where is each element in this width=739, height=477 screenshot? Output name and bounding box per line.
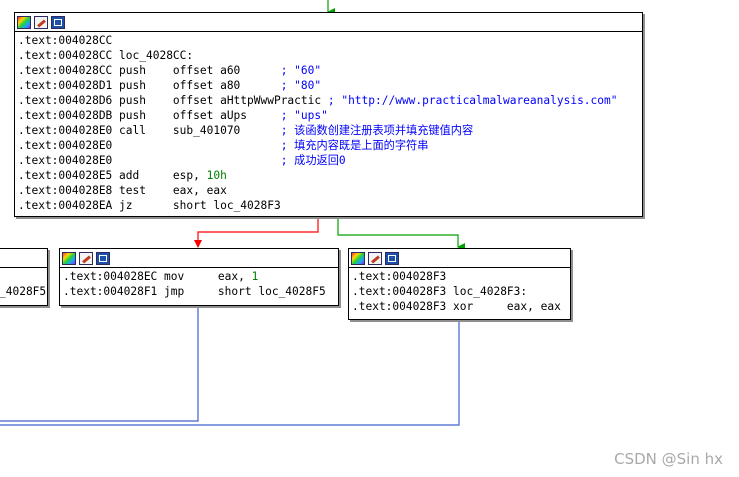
graph-view-icon[interactable] bbox=[96, 251, 110, 265]
address: .text:004028F3 bbox=[352, 300, 454, 313]
address: .text:004028E5 bbox=[18, 169, 120, 182]
instruction bbox=[119, 154, 281, 167]
disassembly-listing: .text:004028F3 .text:004028F3 loc_4028F3:… bbox=[349, 268, 570, 314]
address: .text:004028F3 bbox=[352, 285, 454, 298]
node-toolbar bbox=[349, 249, 570, 268]
operand-number: 1 bbox=[251, 270, 259, 283]
edge-xor-left bbox=[0, 320, 460, 426]
code-line[interactable]: .text:004028F1 jmp short loc_4028F5 bbox=[63, 284, 338, 299]
address: .text:004028F1 bbox=[63, 285, 165, 298]
address: .text:004028CC bbox=[18, 64, 120, 77]
rename-icon[interactable] bbox=[79, 251, 93, 265]
address: .text:004028D6 bbox=[18, 94, 120, 107]
code-line[interactable]: .text:004028D1 push offset a80 ; "80" bbox=[18, 78, 642, 93]
code-line[interactable]: .text:004028EA jz short loc_4028F3 bbox=[18, 198, 642, 213]
operand-number: 10h bbox=[206, 169, 227, 182]
code-line[interactable]: .text:004028E5 add esp, 10h bbox=[18, 168, 642, 183]
color-palette-icon[interactable] bbox=[17, 15, 31, 29]
edge-jmp-left bbox=[0, 306, 199, 422]
code-line[interactable]: .text:004028DB push offset aUps ; "ups" bbox=[18, 108, 642, 123]
code-line[interactable]: .text:004028F3 xor eax, eax bbox=[352, 299, 570, 314]
color-palette-icon[interactable] bbox=[62, 251, 76, 265]
comment: ; 该函数创建注册表项并填充键值内容 bbox=[280, 124, 474, 137]
comment: ; 填充内容既是上面的字符串 bbox=[280, 139, 429, 152]
instruction: test eax, eax bbox=[119, 184, 227, 197]
comment: ; "ups" bbox=[280, 109, 328, 122]
code-block-mov-jmp[interactable]: .text:004028EC mov eax, 1 .text:004028F1 … bbox=[59, 248, 339, 306]
disassembly-listing: .text:004028CC .text:004028CC loc_4028CC:… bbox=[15, 32, 642, 213]
code-line[interactable]: .text:004028CC push offset a60 ; "60" bbox=[18, 63, 642, 78]
instruction: push offset aHttpWwwPractic bbox=[119, 94, 328, 107]
code-line[interactable]: .text:004028F3 bbox=[352, 269, 570, 284]
rename-icon[interactable] bbox=[368, 251, 382, 265]
address: _4028F5 bbox=[0, 285, 47, 298]
code-line[interactable]: .text:004028CC loc_4028CC: bbox=[18, 48, 642, 63]
code-line[interactable] bbox=[0, 269, 47, 284]
edge-true-branch bbox=[337, 217, 465, 251]
instruction: loc_4028F3: bbox=[453, 285, 528, 298]
node-toolbar bbox=[60, 249, 338, 268]
node-toolbar bbox=[0, 249, 47, 268]
instruction: jz short loc_4028F3 bbox=[119, 199, 281, 212]
comment: ; "http://www.practicalmalwareanalysis.c… bbox=[327, 94, 618, 107]
code-line[interactable]: .text:004028D6 push offset aHttpWwwPract… bbox=[18, 93, 642, 108]
code-line[interactable]: _4028F5 bbox=[0, 284, 47, 299]
comment: ; 成功返回0 bbox=[280, 154, 346, 167]
watermark: CSDN @Sin hx bbox=[614, 450, 723, 468]
instruction: mov eax, bbox=[164, 270, 252, 283]
code-line[interactable]: .text:004028E0 call sub_401070 ; 该函数创建注册… bbox=[18, 123, 642, 138]
code-block-partial[interactable]: _4028F5 bbox=[0, 248, 48, 306]
rename-icon[interactable] bbox=[34, 15, 48, 29]
instruction: call sub_401070 bbox=[119, 124, 281, 137]
instruction: add esp, bbox=[119, 169, 207, 182]
disassembly-listing: _4028F5 bbox=[0, 268, 47, 299]
instruction: push offset a80 bbox=[119, 79, 281, 92]
code-line[interactable]: .text:004028E8 test eax, eax bbox=[18, 183, 642, 198]
instruction: loc_4028CC: bbox=[119, 49, 194, 62]
address: .text:004028DB bbox=[18, 109, 120, 122]
comment: ; "80" bbox=[280, 79, 322, 92]
instruction: push offset a60 bbox=[119, 64, 281, 77]
code-block-main[interactable]: .text:004028CC .text:004028CC loc_4028CC:… bbox=[14, 12, 643, 217]
edge-false-branch bbox=[194, 217, 319, 248]
color-palette-icon[interactable] bbox=[351, 251, 365, 265]
address: .text:004028D1 bbox=[18, 79, 120, 92]
address: .text:004028E0 bbox=[18, 154, 120, 167]
address: .text:004028F3 bbox=[352, 270, 447, 283]
address: .text:004028EC bbox=[63, 270, 165, 283]
address: .text:004028E0 bbox=[18, 139, 120, 152]
code-line[interactable]: .text:004028F3 loc_4028F3: bbox=[352, 284, 570, 299]
address: .text:004028E8 bbox=[18, 184, 120, 197]
instruction bbox=[119, 139, 281, 152]
disassembly-listing: .text:004028EC mov eax, 1 .text:004028F1 … bbox=[60, 268, 338, 299]
comment: ; "60" bbox=[280, 64, 322, 77]
address: .text:004028EA bbox=[18, 199, 120, 212]
node-toolbar bbox=[15, 13, 642, 32]
code-line[interactable]: .text:004028E0 ; 填充内容既是上面的字符串 bbox=[18, 138, 642, 153]
code-line[interactable]: .text:004028CC bbox=[18, 33, 642, 48]
code-block-loc-4028F3[interactable]: .text:004028F3 .text:004028F3 loc_4028F3:… bbox=[348, 248, 571, 320]
instruction: jmp short loc_4028F5 bbox=[164, 285, 326, 298]
address: .text:004028CC bbox=[18, 49, 120, 62]
address: .text:004028E0 bbox=[18, 124, 120, 137]
instruction: xor eax, eax bbox=[453, 300, 561, 313]
address: .text:004028CC bbox=[18, 34, 113, 47]
graph-view-icon[interactable] bbox=[51, 15, 65, 29]
code-line[interactable]: .text:004028E0 ; 成功返回0 bbox=[18, 153, 642, 168]
graph-view-icon[interactable] bbox=[385, 251, 399, 265]
code-line[interactable]: .text:004028EC mov eax, 1 bbox=[63, 269, 338, 284]
instruction: push offset aUps bbox=[119, 109, 281, 122]
